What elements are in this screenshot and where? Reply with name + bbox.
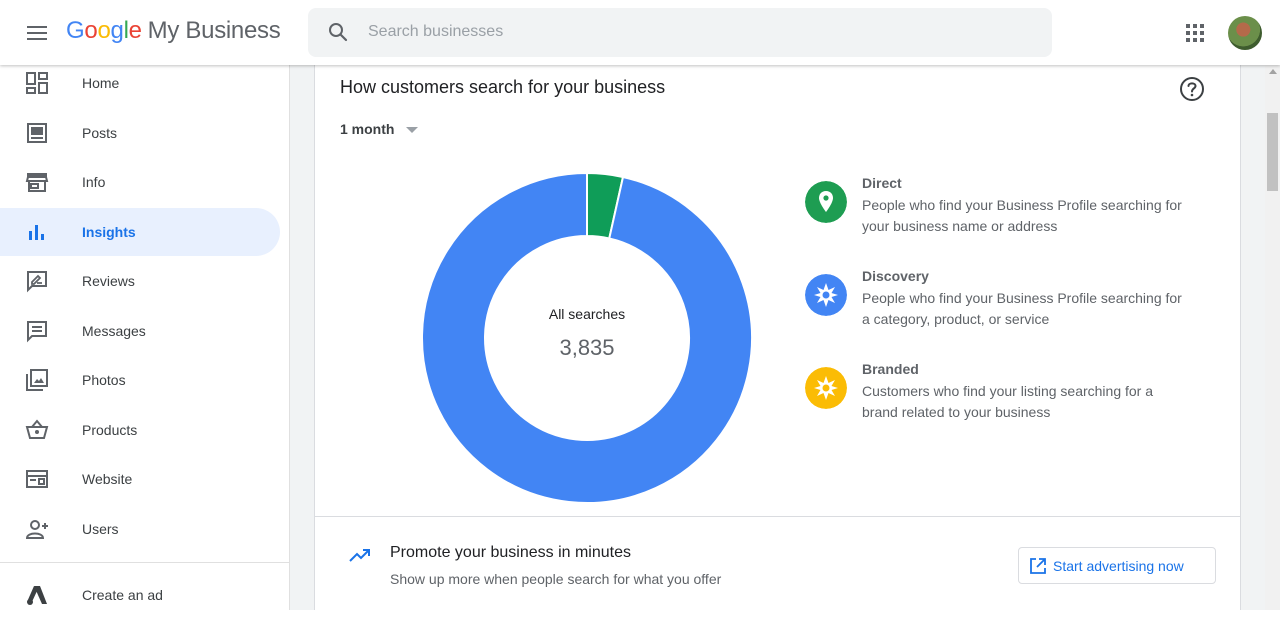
sidebar-item-label: Users (82, 521, 119, 537)
sidebar-item-products[interactable]: Products (0, 406, 280, 454)
storefront-icon (25, 173, 49, 192)
legend-item-discovery: Discovery People who find your Business … (805, 266, 1205, 346)
legend-description: People who find your Business Profile se… (862, 290, 1182, 327)
legend-description: Customers who find your listing searchin… (862, 383, 1154, 420)
brand-product-name: My Business (147, 17, 281, 44)
legend-title: Direct (862, 175, 902, 191)
card-divider (315, 516, 1240, 517)
dashboard-icon (26, 72, 48, 94)
search-input[interactable] (368, 18, 1028, 46)
sidebar-item-label: Products (82, 422, 138, 438)
period-dropdown[interactable]: 1 month (340, 121, 419, 137)
search-icon[interactable] (326, 20, 350, 44)
sidebar-divider (0, 562, 289, 563)
sidebar-item-info[interactable]: Info (0, 158, 280, 206)
website-icon (26, 470, 48, 488)
help-icon[interactable] (1179, 76, 1205, 102)
sidebar-item-website[interactable]: Website (0, 455, 280, 503)
sidebar-item-label: Reviews (82, 273, 135, 289)
branded-icon (805, 367, 847, 409)
menu-icon[interactable] (22, 20, 52, 46)
search-bar[interactable] (308, 8, 1052, 57)
button-label: Start advertising now (1053, 558, 1184, 574)
search-insights-card: How customers search for your business 1… (314, 65, 1241, 610)
chevron-down-icon (406, 127, 419, 134)
sidebar-nav: Home Posts Info Insights Reviews Message… (0, 65, 290, 610)
account-avatar[interactable] (1228, 16, 1262, 50)
sidebar-item-photos[interactable]: Photos (0, 356, 280, 404)
promo-title: Promote your business in minutes (390, 544, 631, 561)
sidebar-item-label: Home (82, 75, 120, 91)
bar-chart-icon (29, 225, 44, 240)
discovery-icon (805, 274, 847, 316)
legend-description: People who find your Business Profile se… (862, 197, 1182, 234)
card-title: How customers search for your business (340, 77, 666, 97)
promo-subtitle: Show up more when people search for what… (390, 571, 722, 587)
period-value: 1 month (340, 121, 395, 137)
photos-icon (26, 369, 48, 391)
sidebar-item-users[interactable]: Users (0, 505, 280, 553)
donut-center-value: 3,835 (559, 335, 615, 360)
trending-up-icon (349, 549, 370, 562)
sidebar-item-create-ad[interactable]: Create an ad (0, 571, 280, 619)
sidebar-item-posts[interactable]: Posts (0, 109, 280, 157)
legend-title: Branded (862, 361, 919, 377)
scrollbar-thumb[interactable] (1267, 113, 1278, 191)
sidebar-item-label: Insights (82, 224, 136, 240)
sidebar-item-label: Create an ad (82, 587, 163, 603)
main-content: How customers search for your business 1… (290, 65, 1265, 610)
open-in-new-icon (1030, 558, 1046, 574)
sidebar-item-label: Photos (82, 372, 126, 388)
app-logo[interactable]: Google My Business (66, 17, 281, 45)
message-icon (27, 321, 47, 343)
sidebar-item-label: Website (82, 471, 133, 487)
top-app-bar: Google My Business (0, 0, 1280, 65)
page-scrollbar[interactable] (1265, 65, 1280, 610)
sidebar-item-label: Messages (82, 323, 146, 339)
scroll-up-arrow-icon[interactable] (1269, 69, 1277, 74)
legend-title: Discovery (862, 268, 929, 284)
sidebar-item-label: Posts (82, 125, 118, 141)
donut-center-label: All searches (548, 306, 626, 322)
apps-grid-icon[interactable] (1184, 22, 1206, 44)
sidebar-item-messages[interactable]: Messages (0, 307, 280, 355)
sidebar-item-label: Info (82, 174, 106, 190)
reviews-icon (27, 271, 47, 293)
google-ads-icon (27, 586, 47, 605)
location-pin-icon (805, 181, 847, 223)
posts-icon (27, 123, 47, 143)
legend-item-branded: Branded Customers who find your listing … (805, 359, 1205, 439)
sidebar-item-reviews[interactable]: Reviews (0, 257, 280, 305)
legend-item-direct: Direct People who find your Business Pro… (805, 173, 1205, 253)
add-user-icon (25, 520, 48, 539)
sidebar-item-home[interactable]: Home (0, 59, 280, 107)
basket-icon (25, 419, 49, 439)
start-advertising-button[interactable]: Start advertising now (1018, 547, 1216, 584)
sidebar-item-insights[interactable]: Insights (0, 208, 280, 256)
